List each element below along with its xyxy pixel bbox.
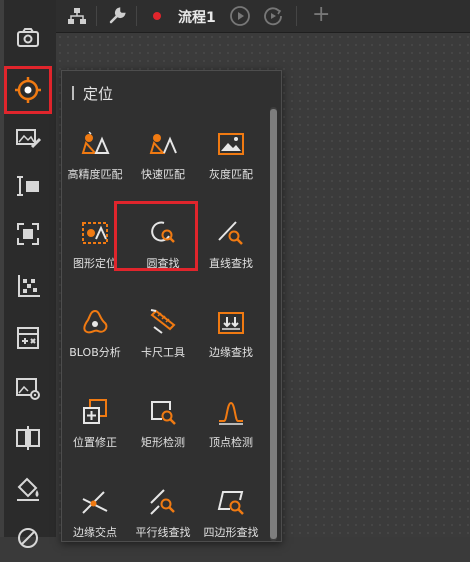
hierarchy-button[interactable] <box>65 4 89 28</box>
camera-tool[interactable] <box>4 14 52 62</box>
left-toolbar <box>0 0 56 548</box>
tool-edge-intersection[interactable]: 边缘交点 <box>62 481 128 551</box>
panel-title: 定位 <box>83 85 114 103</box>
tool-blob-analysis[interactable]: BLOB分析 <box>62 301 128 371</box>
high-precision-match-icon <box>81 131 110 154</box>
tool-edge-find[interactable]: 边缘查找 <box>198 301 264 371</box>
quadrilateral-find-icon <box>217 491 244 515</box>
focus-tool[interactable] <box>4 210 52 258</box>
add-tab-button[interactable]: + <box>312 2 330 28</box>
tool-label: 卡尺工具 <box>141 346 185 359</box>
locate-tool[interactable] <box>4 66 52 114</box>
title-accent-bar <box>72 86 74 100</box>
tool-label: 灰度匹配 <box>209 168 253 181</box>
tool-fast-match[interactable]: 快速匹配 <box>130 123 196 193</box>
compare-tool[interactable] <box>4 414 52 462</box>
edge-find-icon <box>218 312 244 334</box>
fast-match-icon <box>149 134 177 154</box>
edge-intersection-icon <box>82 491 108 514</box>
parallel-line-find-icon <box>150 489 175 515</box>
tool-high-precision-match[interactable]: 高精度匹配 <box>62 123 128 193</box>
wrench-button[interactable] <box>105 4 129 28</box>
tool-label: 平行线查找 <box>135 526 191 539</box>
run-button[interactable] <box>228 4 252 28</box>
line-find-icon <box>218 221 243 245</box>
loop-run-button[interactable] <box>261 4 285 28</box>
measure-icon <box>17 176 39 196</box>
calculator-icon <box>17 327 39 349</box>
tab-separator <box>136 6 137 26</box>
gray-match-icon <box>218 133 244 155</box>
tool-label: 直线查找 <box>209 257 253 270</box>
tool-label: 高精度匹配 <box>67 168 123 181</box>
image-edit-tool[interactable] <box>4 114 52 162</box>
flow-tab-title[interactable]: 流程1 <box>178 7 216 27</box>
tool-label: 矩形检测 <box>141 436 185 449</box>
camera-icon <box>17 28 39 47</box>
tool-gray-match[interactable]: 灰度匹配 <box>198 123 264 193</box>
tool-label: 顶点检测 <box>209 436 253 449</box>
grid-scatter-icon <box>18 275 40 297</box>
play-icon <box>230 6 250 26</box>
tool-position-correct[interactable]: 位置修正 <box>62 391 128 461</box>
paint-tool[interactable] <box>4 464 52 512</box>
unsaved-dot <box>153 12 161 20</box>
tool-parallel-line-find[interactable]: 平行线查找 <box>130 481 196 551</box>
tool-label: 快速匹配 <box>141 168 185 181</box>
panel-scrollbar-thumb[interactable] <box>270 109 277 539</box>
shape-locate-icon <box>82 222 108 244</box>
blob-analysis-icon <box>83 309 108 334</box>
calculator-tool[interactable] <box>4 314 52 362</box>
tool-line-find[interactable]: 直线查找 <box>198 212 264 282</box>
tool-rectangle-detect[interactable]: 矩形检测 <box>130 391 196 461</box>
locate-target-icon <box>15 77 41 103</box>
tool-label: 四边形查找 <box>203 526 259 539</box>
hierarchy-icon <box>68 8 86 24</box>
compare-icon <box>16 426 40 450</box>
caliper-tool-icon <box>150 309 176 334</box>
tool-label: BLOB分析 <box>69 346 121 359</box>
tool-label: 边缘交点 <box>73 526 117 539</box>
measure-tool[interactable] <box>4 162 52 210</box>
tool-label: 边缘查找 <box>209 346 253 359</box>
loop-play-icon <box>264 7 282 26</box>
locate-tool-panel: 定位 高精度匹配 快速匹配 灰度匹配 图形定位 圆查找 直线查找 BLOB分析 … <box>61 70 282 542</box>
scatter-tool[interactable] <box>4 262 52 310</box>
image-edit-icon <box>16 129 42 149</box>
paint-bucket-icon <box>17 477 39 501</box>
tab-separator <box>96 6 97 26</box>
focus-frame-icon <box>17 223 39 245</box>
tool-vertex-detect[interactable]: 顶点检测 <box>198 391 264 461</box>
top-tab-bar: 流程1 + <box>56 0 470 33</box>
vertex-detect-icon <box>219 401 243 425</box>
more-tool[interactable] <box>4 514 52 562</box>
selection-highlight <box>114 201 198 271</box>
wrench-icon <box>109 7 126 24</box>
image-settings-icon <box>16 378 40 400</box>
image-settings-tool[interactable] <box>4 364 52 412</box>
tool-caliper[interactable]: 卡尺工具 <box>130 301 196 371</box>
more-icon <box>18 528 38 548</box>
tool-quadrilateral-find[interactable]: 四边形查找 <box>198 481 264 551</box>
tab-separator <box>296 6 297 26</box>
tool-label: 位置修正 <box>73 436 117 449</box>
position-correct-icon <box>83 399 107 424</box>
rectangle-detect-icon <box>151 401 176 425</box>
